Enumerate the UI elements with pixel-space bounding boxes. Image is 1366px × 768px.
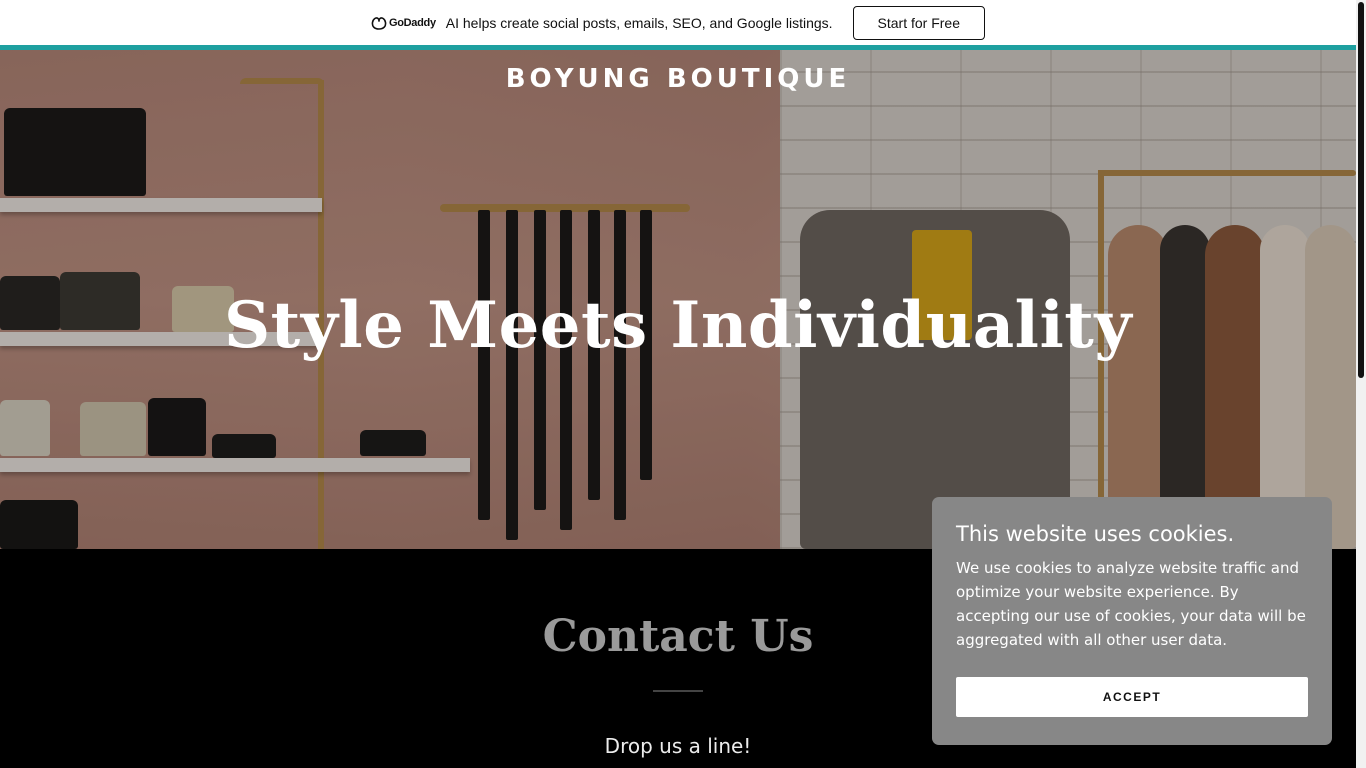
start-for-free-button[interactable]: Start for Free: [852, 5, 985, 40]
logo-text: GoDaddy: [388, 16, 436, 29]
promo-message: AI helps create social posts, emails, SE…: [445, 14, 833, 31]
cookie-body: We use cookies to analyze website traffi…: [956, 559, 1306, 649]
accept-cookies-button[interactable]: ACCEPT: [956, 677, 1308, 717]
promo-content: GoDaddy AI helps create social posts, em…: [371, 5, 985, 40]
section-divider: [653, 690, 703, 692]
godaddy-mark-icon: [371, 16, 387, 30]
cookie-consent-card: This website uses cookies. We use cookie…: [932, 497, 1332, 745]
promo-banner: GoDaddy AI helps create social posts, em…: [0, 0, 1356, 45]
hero-section: BOYUNG BOUTIQUE Style Meets Individualit…: [0, 50, 1356, 549]
scrollbar-thumb[interactable]: [1358, 2, 1364, 378]
hero-heading: Style Meets Individuality: [223, 288, 1133, 363]
cookie-title: This website uses cookies.: [956, 522, 1235, 546]
site-title[interactable]: BOYUNG BOUTIQUE: [0, 64, 1356, 94]
godaddy-logo-icon[interactable]: GoDaddy: [371, 16, 436, 30]
